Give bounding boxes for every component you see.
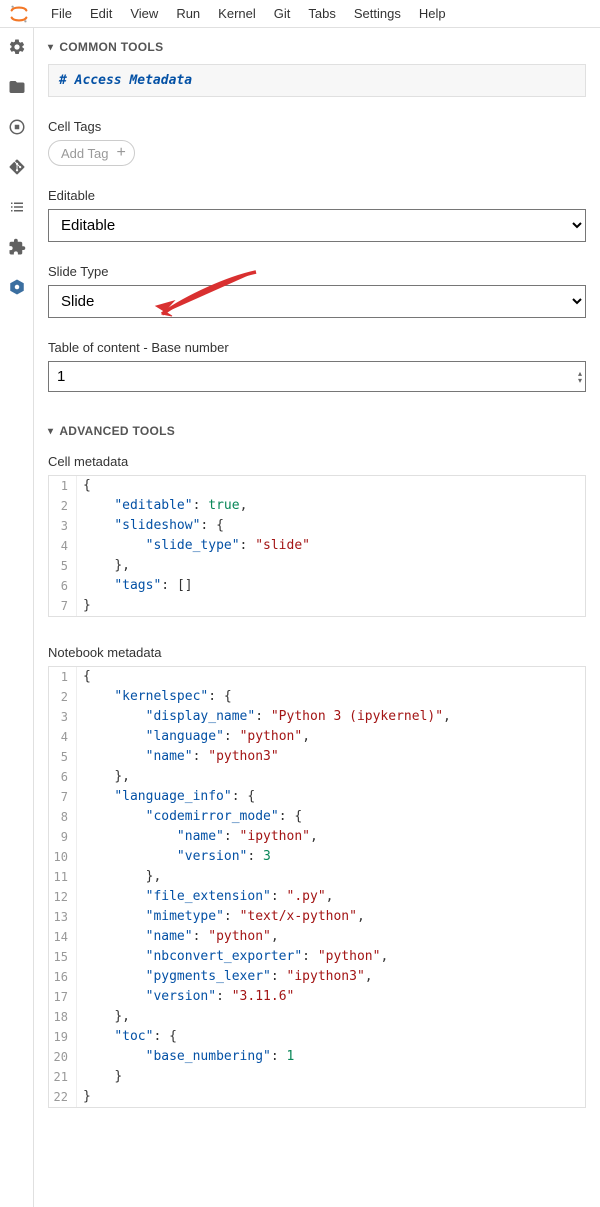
menu-item-tabs[interactable]: Tabs (299, 2, 344, 25)
section-title: ADVANCED TOOLS (59, 424, 175, 438)
menu: FileEditViewRunKernelGitTabsSettingsHelp (42, 2, 455, 25)
advanced-tools-header[interactable]: ▾ ADVANCED TOOLS (34, 412, 600, 448)
menu-item-help[interactable]: Help (410, 2, 455, 25)
add-tag-button[interactable]: Add Tag+ (48, 140, 135, 166)
jupyter-logo-icon (8, 3, 30, 25)
cell-tags-label: Cell Tags (48, 119, 586, 134)
cell-preview: # Access Metadata (48, 64, 586, 97)
toc-label: Table of content - Base number (48, 340, 586, 355)
menu-item-view[interactable]: View (121, 2, 167, 25)
running-icon[interactable] (8, 118, 26, 136)
caret-down-icon: ▾ (48, 426, 53, 437)
notebook-metadata-label: Notebook metadata (48, 645, 586, 660)
menu-item-kernel[interactable]: Kernel (209, 2, 265, 25)
extension-icon[interactable] (8, 238, 26, 256)
toc-base-number-input[interactable] (48, 361, 586, 392)
activity-bar (0, 28, 34, 1207)
editable-select[interactable]: Editable (48, 209, 586, 242)
folder-icon[interactable] (8, 78, 26, 96)
gear-icon[interactable] (8, 38, 26, 56)
stepper-icon[interactable]: ▴▾ (578, 370, 582, 384)
plus-icon: + (116, 144, 125, 162)
menu-item-run[interactable]: Run (167, 2, 209, 25)
hexagon-icon[interactable] (8, 278, 26, 296)
menubar: FileEditViewRunKernelGitTabsSettingsHelp (0, 0, 600, 28)
menu-item-settings[interactable]: Settings (345, 2, 410, 25)
slide-type-select[interactable]: Slide (48, 285, 586, 318)
slide-type-label: Slide Type (48, 264, 586, 279)
cell-metadata-label: Cell metadata (48, 454, 586, 469)
notebook-metadata-editor[interactable]: 1{2 "kernelspec": {3 "display_name": "Py… (48, 666, 586, 1108)
menu-item-file[interactable]: File (42, 2, 81, 25)
section-title: COMMON TOOLS (59, 40, 163, 54)
editable-label: Editable (48, 188, 586, 203)
git-icon[interactable] (8, 158, 26, 176)
cell-metadata-editor[interactable]: 1{2 "editable": true,3 "slideshow": {4 "… (48, 475, 586, 617)
menu-item-edit[interactable]: Edit (81, 2, 121, 25)
inspector-panel: ▾ COMMON TOOLS # Access Metadata Cell Ta… (34, 28, 600, 1207)
menu-item-git[interactable]: Git (265, 2, 300, 25)
common-tools-header[interactable]: ▾ COMMON TOOLS (34, 28, 600, 64)
caret-down-icon: ▾ (48, 42, 53, 53)
list-icon[interactable] (8, 198, 26, 216)
